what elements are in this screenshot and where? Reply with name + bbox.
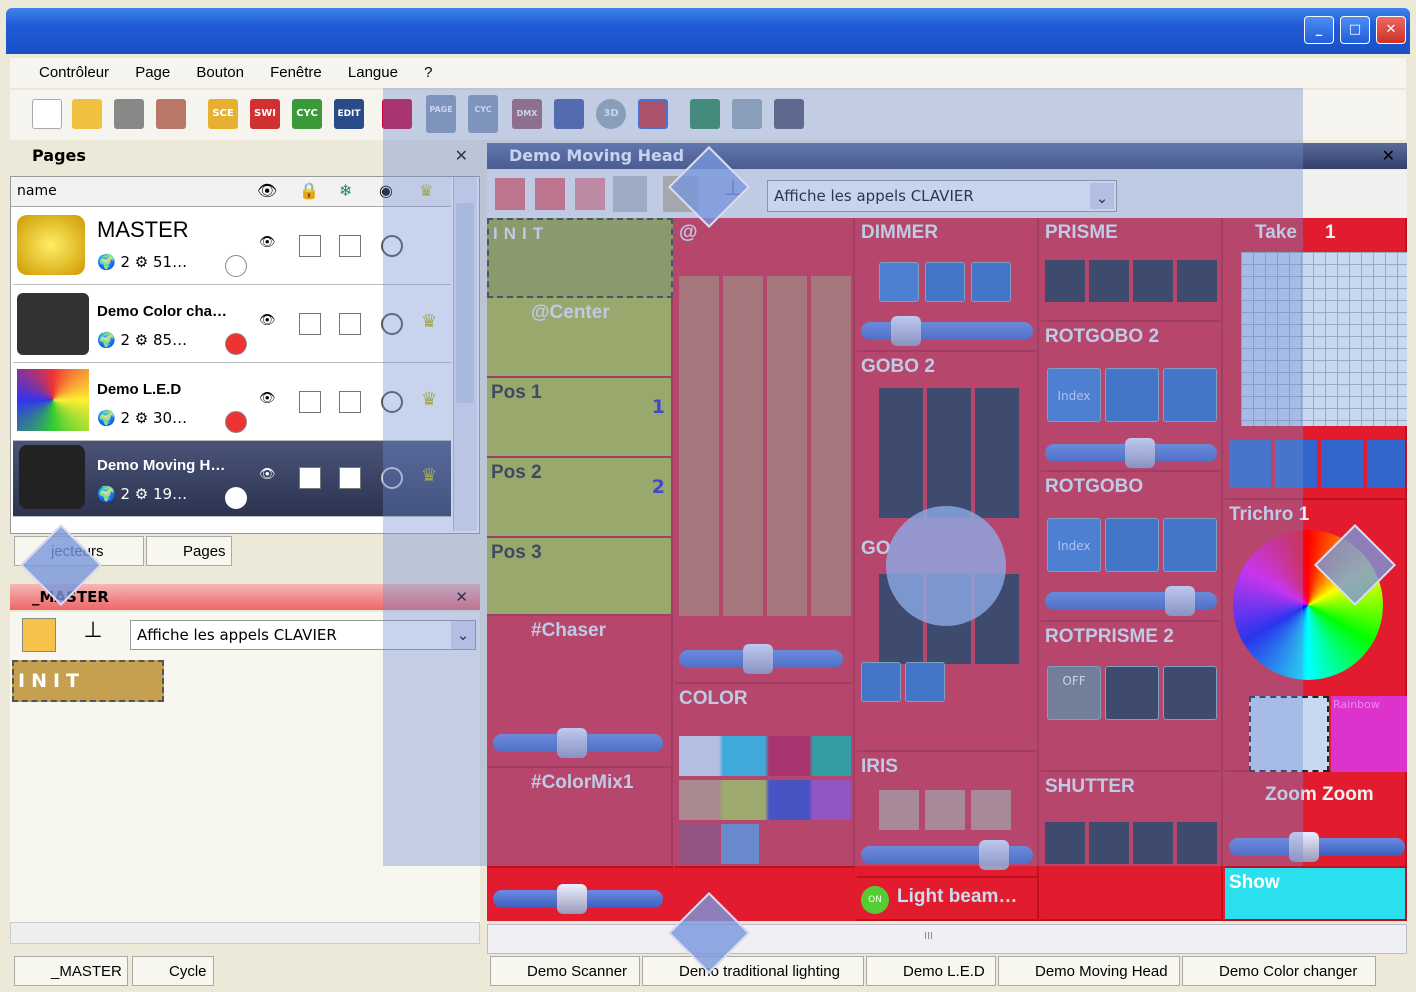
page-address: 30… [152, 409, 188, 427]
page-name: MASTER [97, 217, 189, 242]
lock-checkbox[interactable] [299, 235, 321, 257]
snowflake-icon[interactable]: ❄ [339, 181, 352, 200]
status-dot-icon [225, 411, 247, 433]
freeze-checkbox[interactable] [339, 467, 361, 489]
eye-icon[interactable]: 👁 [257, 181, 277, 200]
maximize-button[interactable]: □ [1340, 16, 1370, 44]
page-name: Demo L.E.D [97, 381, 182, 398]
dock-drop-overlay [383, 88, 1303, 866]
tab-pages[interactable]: Pages [146, 536, 232, 566]
page-address: 85… [152, 331, 188, 349]
cell-number: 1 [1325, 222, 1336, 243]
menu-fenetre[interactable]: Fenêtre [259, 58, 333, 87]
page-name: Demo Moving H… [97, 457, 226, 474]
page-count: 2 [120, 409, 130, 427]
scene-icon[interactable]: SCE [208, 99, 238, 129]
page-address: 19… [152, 485, 188, 503]
on-icon: ON [861, 886, 889, 914]
page-name: Demo Color cha… [97, 303, 228, 320]
column-name: name [17, 183, 57, 199]
save-icon[interactable] [114, 99, 144, 129]
slider-knob[interactable] [557, 884, 587, 914]
page-count: 2 [120, 253, 130, 271]
close-button[interactable]: ✕ [1376, 16, 1406, 44]
menu-help[interactable]: ? [413, 58, 443, 87]
minimize-button[interactable]: _ [1304, 16, 1334, 44]
open-folder-icon[interactable] [72, 99, 102, 129]
status-dot-icon [225, 333, 247, 355]
lock-checkbox[interactable] [299, 313, 321, 335]
freeze-checkbox[interactable] [339, 235, 361, 257]
show-button[interactable]: Show [1225, 868, 1407, 921]
dock-center-cross-icon[interactable] [886, 506, 1006, 626]
menu-bouton[interactable]: Bouton [185, 58, 255, 87]
window-title-bar: _ □ ✕ [6, 8, 1410, 54]
cell-label: Rainbow [1333, 698, 1380, 711]
lock-checkbox[interactable] [299, 467, 321, 489]
new-file-icon[interactable] [32, 99, 62, 129]
crown-logo-icon [17, 215, 85, 275]
page-count: 2 [120, 485, 130, 503]
status-dot-icon [225, 487, 247, 509]
row-eye-icon[interactable]: 👁 [259, 391, 276, 406]
freeze-checkbox[interactable] [339, 391, 361, 413]
rainbow-button[interactable]: Rainbow [1331, 696, 1407, 772]
menu-bar: Contrôleur Page Bouton Fenêtre Langue ? [10, 58, 1406, 88]
lock-icon[interactable]: 🔒 [299, 181, 319, 200]
master-dropdown-value: Affiche les appels CLAVIER [137, 626, 337, 644]
sliders-icon[interactable] [22, 618, 56, 652]
page-stats: 🌍 2 ⚙ 51… [97, 253, 188, 271]
page-stats: 🌍 2 ⚙ 85… [97, 331, 188, 349]
tab-demo-scanner[interactable]: Demo Scanner [490, 956, 640, 986]
tab-demo-moving-head[interactable]: Demo Moving Head [998, 956, 1180, 986]
status-dot-icon [225, 255, 247, 277]
tab-cycle[interactable]: Cycle [132, 956, 214, 986]
row-eye-icon[interactable]: 👁 [259, 235, 276, 250]
tab-demo-led[interactable]: Demo L.E.D [866, 956, 996, 986]
menu-controleur[interactable]: Contrôleur [28, 58, 120, 87]
axis-icon[interactable]: ⊥ [76, 618, 110, 652]
colormix-slider[interactable] [493, 884, 663, 914]
edit-icon[interactable]: EDIT [334, 99, 364, 129]
scroll-grip: III [924, 931, 933, 942]
cycle-icon[interactable]: CYC [292, 99, 322, 129]
row-eye-icon[interactable]: 👁 [259, 313, 276, 328]
moving-head-icon [19, 445, 85, 509]
page-stats: 🌍 2 ⚙ 30… [97, 409, 188, 427]
page-count: 2 [120, 331, 130, 349]
freeze-checkbox[interactable] [339, 313, 361, 335]
main-close-icon[interactable]: ✕ [1382, 143, 1395, 169]
color-changer-icon [17, 293, 89, 355]
row-eye-icon[interactable]: 👁 [259, 467, 276, 482]
tab-demo-color-changer[interactable]: Demo Color changer [1182, 956, 1376, 986]
page-address: 51… [152, 253, 188, 271]
lock-checkbox[interactable] [299, 391, 321, 413]
tab-master[interactable]: _MASTER [14, 956, 128, 986]
menu-langue[interactable]: Langue [337, 58, 409, 87]
tab-demo-traditional[interactable]: Demo traditional lighting [642, 956, 864, 986]
cell-label: Show [1229, 872, 1280, 893]
main-hscrollbar[interactable]: III [487, 924, 1407, 954]
led-panel-icon [17, 369, 89, 431]
menu-page[interactable]: Page [124, 58, 181, 87]
light-beam-button[interactable]: ON Light beam… [857, 878, 1039, 921]
pages-title: Pages [32, 146, 86, 165]
cell-label: Light beam… [897, 886, 1018, 907]
master-hscrollbar[interactable] [10, 922, 480, 944]
master-init-button[interactable]: INIT [12, 660, 164, 702]
properties-icon[interactable] [156, 99, 186, 129]
page-stats: 🌍 2 ⚙ 19… [97, 485, 188, 503]
switch-icon[interactable]: SWI [250, 99, 280, 129]
